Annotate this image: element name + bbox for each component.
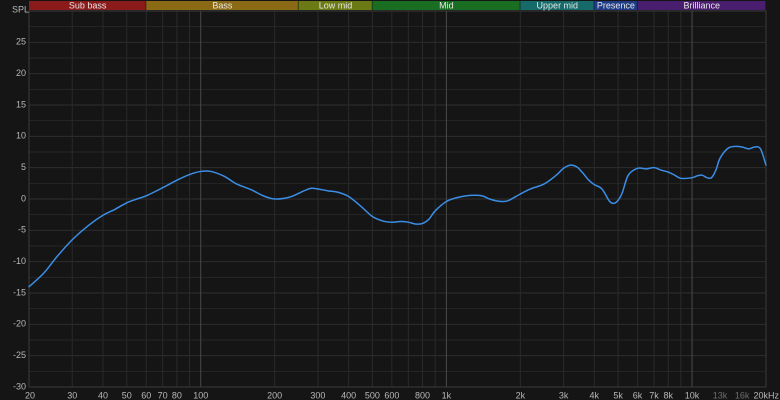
x-tick-label: 10k [685,390,700,400]
x-tick-label: 70 [158,390,168,400]
x-tick-label: 60 [141,390,151,400]
y-tick-label: 20 [16,68,26,78]
x-tick-label: 4k [590,390,600,400]
x-tick-label: 500 [365,390,380,400]
band-label-sub-bass: Sub bass [69,0,107,10]
x-tick-label: 3k [559,390,569,400]
y-tick-label: -10 [13,256,26,266]
x-tick-label: 200 [267,390,282,400]
y-tick-label: -15 [13,287,26,297]
x-tick-label: 40 [98,390,108,400]
y-tick-label: 5 [21,162,26,172]
x-tick-label: 600 [384,390,399,400]
frequency-bands: Sub bass Bass Low mid Mid Upper mid Presence B… [29,0,766,10]
x-tick-label: 5k [613,390,623,400]
x-tick-label: 30 [67,390,77,400]
x-tick-label: 400 [341,390,356,400]
x-tick-label: 20 [25,390,35,400]
x-tick-label: 7k [649,390,659,400]
x-tick-label: 1k [442,390,452,400]
x-tick-label: 16k [735,390,750,400]
y-tick-label: 10 [16,131,26,141]
x-tick-label: 8k [663,390,673,400]
y-tick-label: -20 [13,319,26,329]
y-tick-label: 25 [16,37,26,47]
x-tick-label: 50 [122,390,132,400]
frequency-response-chart: Sub bass Bass Low mid Mid Upper mid Presence B… [0,0,780,400]
y-tick-label: -25 [13,350,26,360]
x-tick-label: 80 [172,390,182,400]
x-tick-label: 100 [193,390,208,400]
x-tick-label: 300 [310,390,325,400]
y-tick-label: -5 [18,225,26,235]
y-tick-label: 15 [16,99,26,109]
x-tick-label: 20kHz [753,390,779,400]
band-label-upper-mid: Upper mid [537,0,579,10]
x-tick-label: 800 [415,390,430,400]
y-axis-title: SPL [12,4,29,14]
x-tick-label: 13k [713,390,728,400]
band-label-mid: Mid [439,0,454,10]
y-tick-label: 0 [21,193,26,203]
x-tick-label: 6k [633,390,643,400]
band-label-presence: Presence [597,0,635,10]
band-label-bass: Bass [212,0,233,10]
band-label-low-mid: Low mid [319,0,353,10]
band-label-brilliance: Brilliance [684,0,721,10]
x-tick-label: 2k [516,390,526,400]
